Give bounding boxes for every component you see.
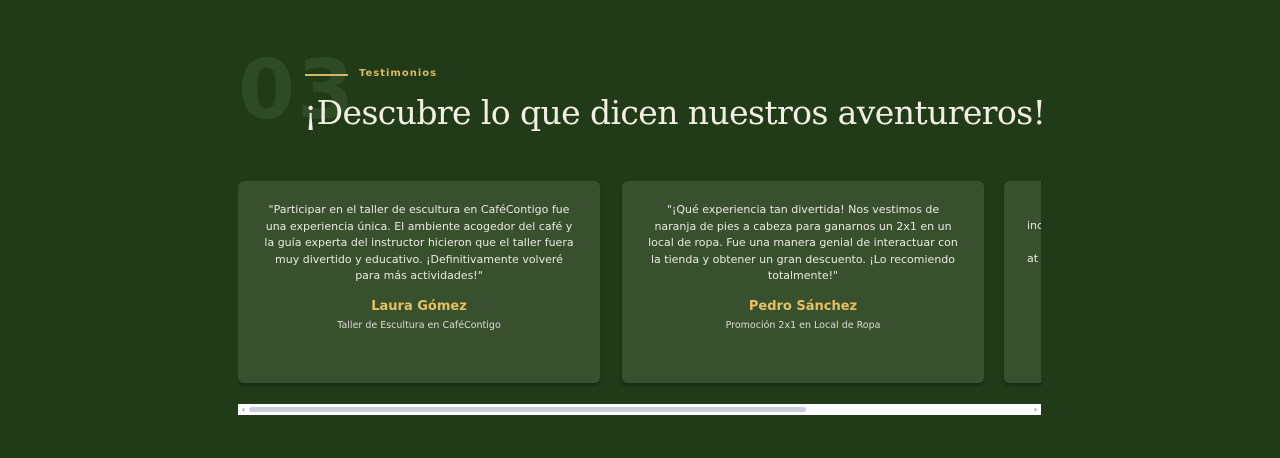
testimonials-track: "Participar en el taller de escultura en… [238,181,1041,383]
testimonial-card: inc at [1004,181,1041,383]
testimonials-carousel[interactable]: "Participar en el taller de escultura en… [238,181,1041,387]
testimonial-role: Taller de Escultura en CaféContigo [337,319,501,331]
testimonial-author: Laura Gómez [371,298,467,314]
eyebrow-divider [305,74,348,76]
carousel-scrollbar[interactable]: ‹ › [238,404,1041,415]
scroll-left-arrow-icon[interactable]: ‹ [238,404,249,415]
testimonial-author: Pedro Sánchez [748,298,858,314]
scrollbar-thumb[interactable] [249,407,806,412]
section-eyebrow: Testimonios [359,68,438,79]
testimonial-quote: "¡Qué experiencia tan divertida! Nos ves… [648,203,958,282]
section-heading: ¡Descubre lo que dicen nuestros aventure… [304,93,1046,132]
testimonial-card: "¡Qué experiencia tan divertida! Nos ves… [622,181,984,383]
testimonial-quote: inc at [1027,219,1041,265]
testimonial-card: "Participar en el taller de escultura en… [238,181,600,383]
testimonial-role: Promoción 2x1 en Local de Ropa [725,319,881,331]
testimonial-quote: "Participar en el taller de escultura en… [264,203,574,282]
scroll-right-arrow-icon[interactable]: › [1030,404,1041,415]
